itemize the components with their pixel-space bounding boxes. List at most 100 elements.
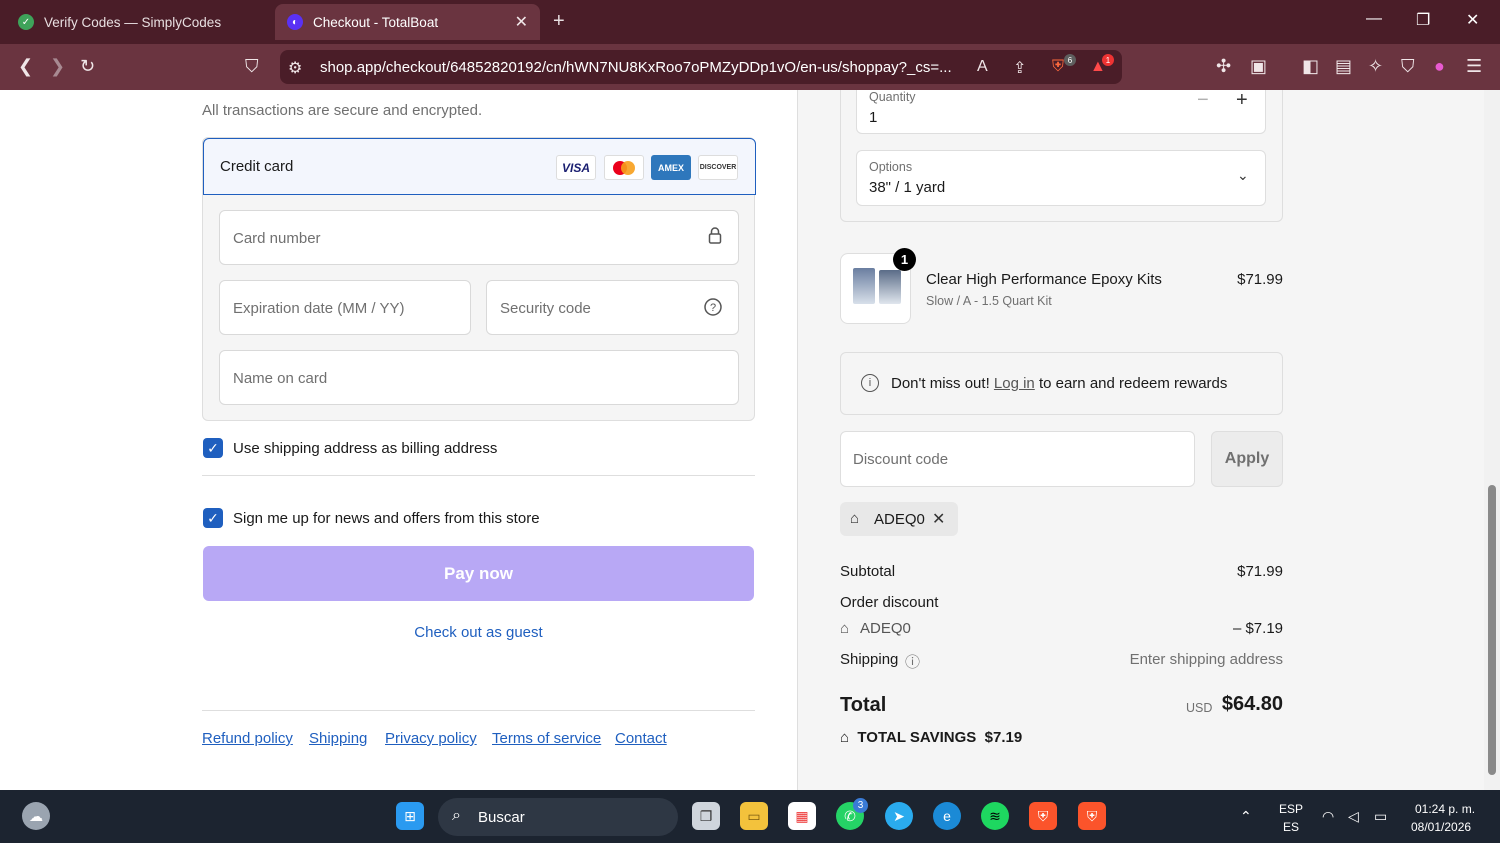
page-scrollbar[interactable] <box>1484 90 1500 790</box>
close-tab-icon[interactable]: ✕ <box>515 12 528 32</box>
wallet-icon[interactable]: ▤ <box>1335 56 1352 77</box>
clock-time[interactable]: 01:24 p. m. <box>1415 802 1475 816</box>
reload-icon[interactable]: ↻ <box>80 56 95 77</box>
amex-icon: AMEX <box>651 155 691 180</box>
total-value: $64.80 <box>1221 693 1283 715</box>
battery-icon[interactable]: ▭ <box>1374 808 1387 825</box>
lock-icon <box>708 227 722 249</box>
extensions-icon[interactable]: ✣ <box>1216 56 1231 77</box>
log-in-link[interactable]: Log in <box>994 375 1035 392</box>
shipping-link[interactable]: Shipping <box>309 730 367 747</box>
tab-search-icon[interactable]: ▣ <box>1250 56 1267 77</box>
show-hidden-icons[interactable]: ⌃ <box>1240 808 1252 825</box>
check-out-as-guest-link[interactable]: Check out as guest <box>203 624 754 641</box>
sidebar-icon[interactable]: ◧ <box>1302 56 1319 77</box>
card-number-field[interactable]: Card number <box>219 210 739 265</box>
order-discount-label: Order discount <box>840 594 939 611</box>
help-icon[interactable]: ? <box>704 298 722 321</box>
file-explorer-icon[interactable]: ▭ <box>740 802 768 830</box>
tab-simplycodes[interactable]: ✓ Verify Codes — SimplyCodes <box>10 4 272 40</box>
leo-ai-icon[interactable]: ✧ <box>1368 56 1383 77</box>
taskbar-search[interactable]: ⌕ Buscar <box>438 798 678 836</box>
wifi-icon[interactable]: ◠ <box>1322 808 1334 825</box>
translate-icon[interactable]: A <box>977 58 988 76</box>
whatsapp-badge: 3 <box>853 798 868 813</box>
keyboard-indicator[interactable]: ES <box>1283 820 1299 834</box>
decrease-quantity-button[interactable]: − <box>1197 90 1209 112</box>
remove-discount-icon[interactable]: ✕ <box>932 509 945 529</box>
terms-of-service-link[interactable]: Terms of service <box>492 730 601 747</box>
telegram-icon[interactable]: ➤ <box>885 802 913 830</box>
discount-code-input[interactable]: Discount code <box>840 431 1195 487</box>
search-icon: ⌕ <box>452 807 461 824</box>
volume-icon[interactable]: ◁ <box>1348 808 1359 825</box>
tab-title: Checkout - TotalBoat <box>313 14 439 30</box>
weather-icon[interactable]: ☁ <box>22 802 50 830</box>
site-info-icon[interactable]: ⚙ <box>288 58 302 78</box>
store-icon[interactable]: ▦ <box>788 802 816 830</box>
help-icon[interactable]: ⓘ <box>905 651 920 672</box>
language-indicator[interactable]: ESP <box>1279 802 1303 816</box>
windows-taskbar: ☁ ⊞ ⌕ Buscar ❐ ▭ ▦ ✆ 3 ➤ e ≋ ⛨ ⛨ ⌃ ESP E… <box>0 790 1500 843</box>
increase-quantity-button[interactable]: + <box>1236 90 1248 112</box>
visa-icon: VISA <box>556 155 596 180</box>
security-code-field[interactable]: Security code ? <box>486 280 739 335</box>
shipping-value: Enter shipping address <box>1129 651 1283 668</box>
credit-card-option[interactable]: Credit card VISA AMEX DISCOVER <box>203 138 756 195</box>
window-close-button[interactable]: ✕ <box>1466 10 1479 30</box>
new-tab-button[interactable]: + <box>553 10 565 33</box>
subtotal-label: Subtotal <box>840 563 896 580</box>
name-on-card-field[interactable]: Name on card <box>219 350 739 405</box>
newsletter-checkbox-label[interactable]: Sign me up for news and offers from this… <box>233 510 540 527</box>
restore-button[interactable]: ❐ <box>1416 10 1430 30</box>
shop-icon: ◐ <box>287 14 303 30</box>
applied-discount-chip: ⌂ ADEQ0 ✕ <box>840 502 958 536</box>
card-number-placeholder: Card number <box>233 230 321 247</box>
menu-icon[interactable]: ☰ <box>1466 56 1482 77</box>
pay-now-button[interactable]: Pay now <box>203 546 754 601</box>
privacy-policy-link[interactable]: Privacy policy <box>385 730 477 747</box>
url-text[interactable]: shop.app/checkout/64852820192/cn/hWN7NU8… <box>320 59 952 76</box>
refund-policy-link[interactable]: Refund policy <box>202 730 293 747</box>
applied-code: ADEQ0 <box>874 511 925 528</box>
brave-shields-icon[interactable]: ⛨ <box>1052 58 1064 76</box>
quantity-field[interactable]: Quantity 1 − + <box>856 90 1266 134</box>
browser-nav-bar: ❮ ❯ ↻ ⛉ ⚙ shop.app/checkout/64852820192/… <box>0 44 1500 90</box>
name-on-card-placeholder: Name on card <box>233 370 328 387</box>
billing-checkbox-label[interactable]: Use shipping address as billing address <box>233 440 497 457</box>
tag-icon: ⌂ <box>850 510 860 527</box>
brave-active-icon[interactable]: ⛨ <box>1078 802 1106 830</box>
edge-icon[interactable]: e <box>933 802 961 830</box>
tab-checkout[interactable]: ◐ Checkout - TotalBoat ✕ <box>275 4 540 40</box>
browser-tab-bar: ✓ Verify Codes — SimplyCodes ◐ Checkout … <box>0 0 1500 44</box>
options-select[interactable]: Options 38" / 1 yard ⌄ <box>856 150 1266 206</box>
share-icon[interactable]: ⇪ <box>1013 58 1026 78</box>
spotify-icon[interactable]: ≋ <box>981 802 1009 830</box>
address-bar[interactable]: ⚙ shop.app/checkout/64852820192/cn/hWN7N… <box>280 50 1122 84</box>
billing-checkbox[interactable]: ✓ <box>203 438 223 458</box>
task-view-icon[interactable]: ❐ <box>692 802 720 830</box>
vpn-icon[interactable]: ⛉ <box>1401 56 1415 77</box>
back-icon[interactable]: ❮ <box>18 56 33 77</box>
checkout-page: All transactions are secure and encrypte… <box>0 90 1484 790</box>
forward-icon[interactable]: ❯ <box>50 56 65 77</box>
newsletter-checkbox[interactable]: ✓ <box>203 508 223 528</box>
expiration-field[interactable]: Expiration date (MM / YY) <box>219 280 471 335</box>
secure-note: All transactions are secure and encrypte… <box>202 102 483 119</box>
minimize-button[interactable]: — <box>1366 10 1382 28</box>
start-icon[interactable]: ⊞ <box>396 802 424 830</box>
brave-icon[interactable]: ⛨ <box>1029 802 1057 830</box>
scrollbar-thumb[interactable] <box>1488 485 1496 775</box>
discount-code-line: ADEQ0 <box>860 620 911 637</box>
clock-date[interactable]: 08/01/2026 <box>1411 820 1471 834</box>
product-variant: Slow / A - 1.5 Quart Kit <box>926 294 1052 308</box>
contact-link[interactable]: Contact <box>615 730 667 747</box>
rewards-banner: i Don't miss out! Log in to earn and red… <box>840 352 1283 415</box>
profile-icon[interactable]: ● <box>1434 56 1445 77</box>
bookmark-icon[interactable]: ⛉ <box>245 56 259 77</box>
mastercard-icon <box>604 155 644 180</box>
chevron-down-icon: ⌄ <box>1237 167 1249 183</box>
rewards-count-badge: 1 <box>1102 54 1114 66</box>
apply-button[interactable]: Apply <box>1211 431 1283 487</box>
subtotal-value: $71.99 <box>1237 563 1283 580</box>
